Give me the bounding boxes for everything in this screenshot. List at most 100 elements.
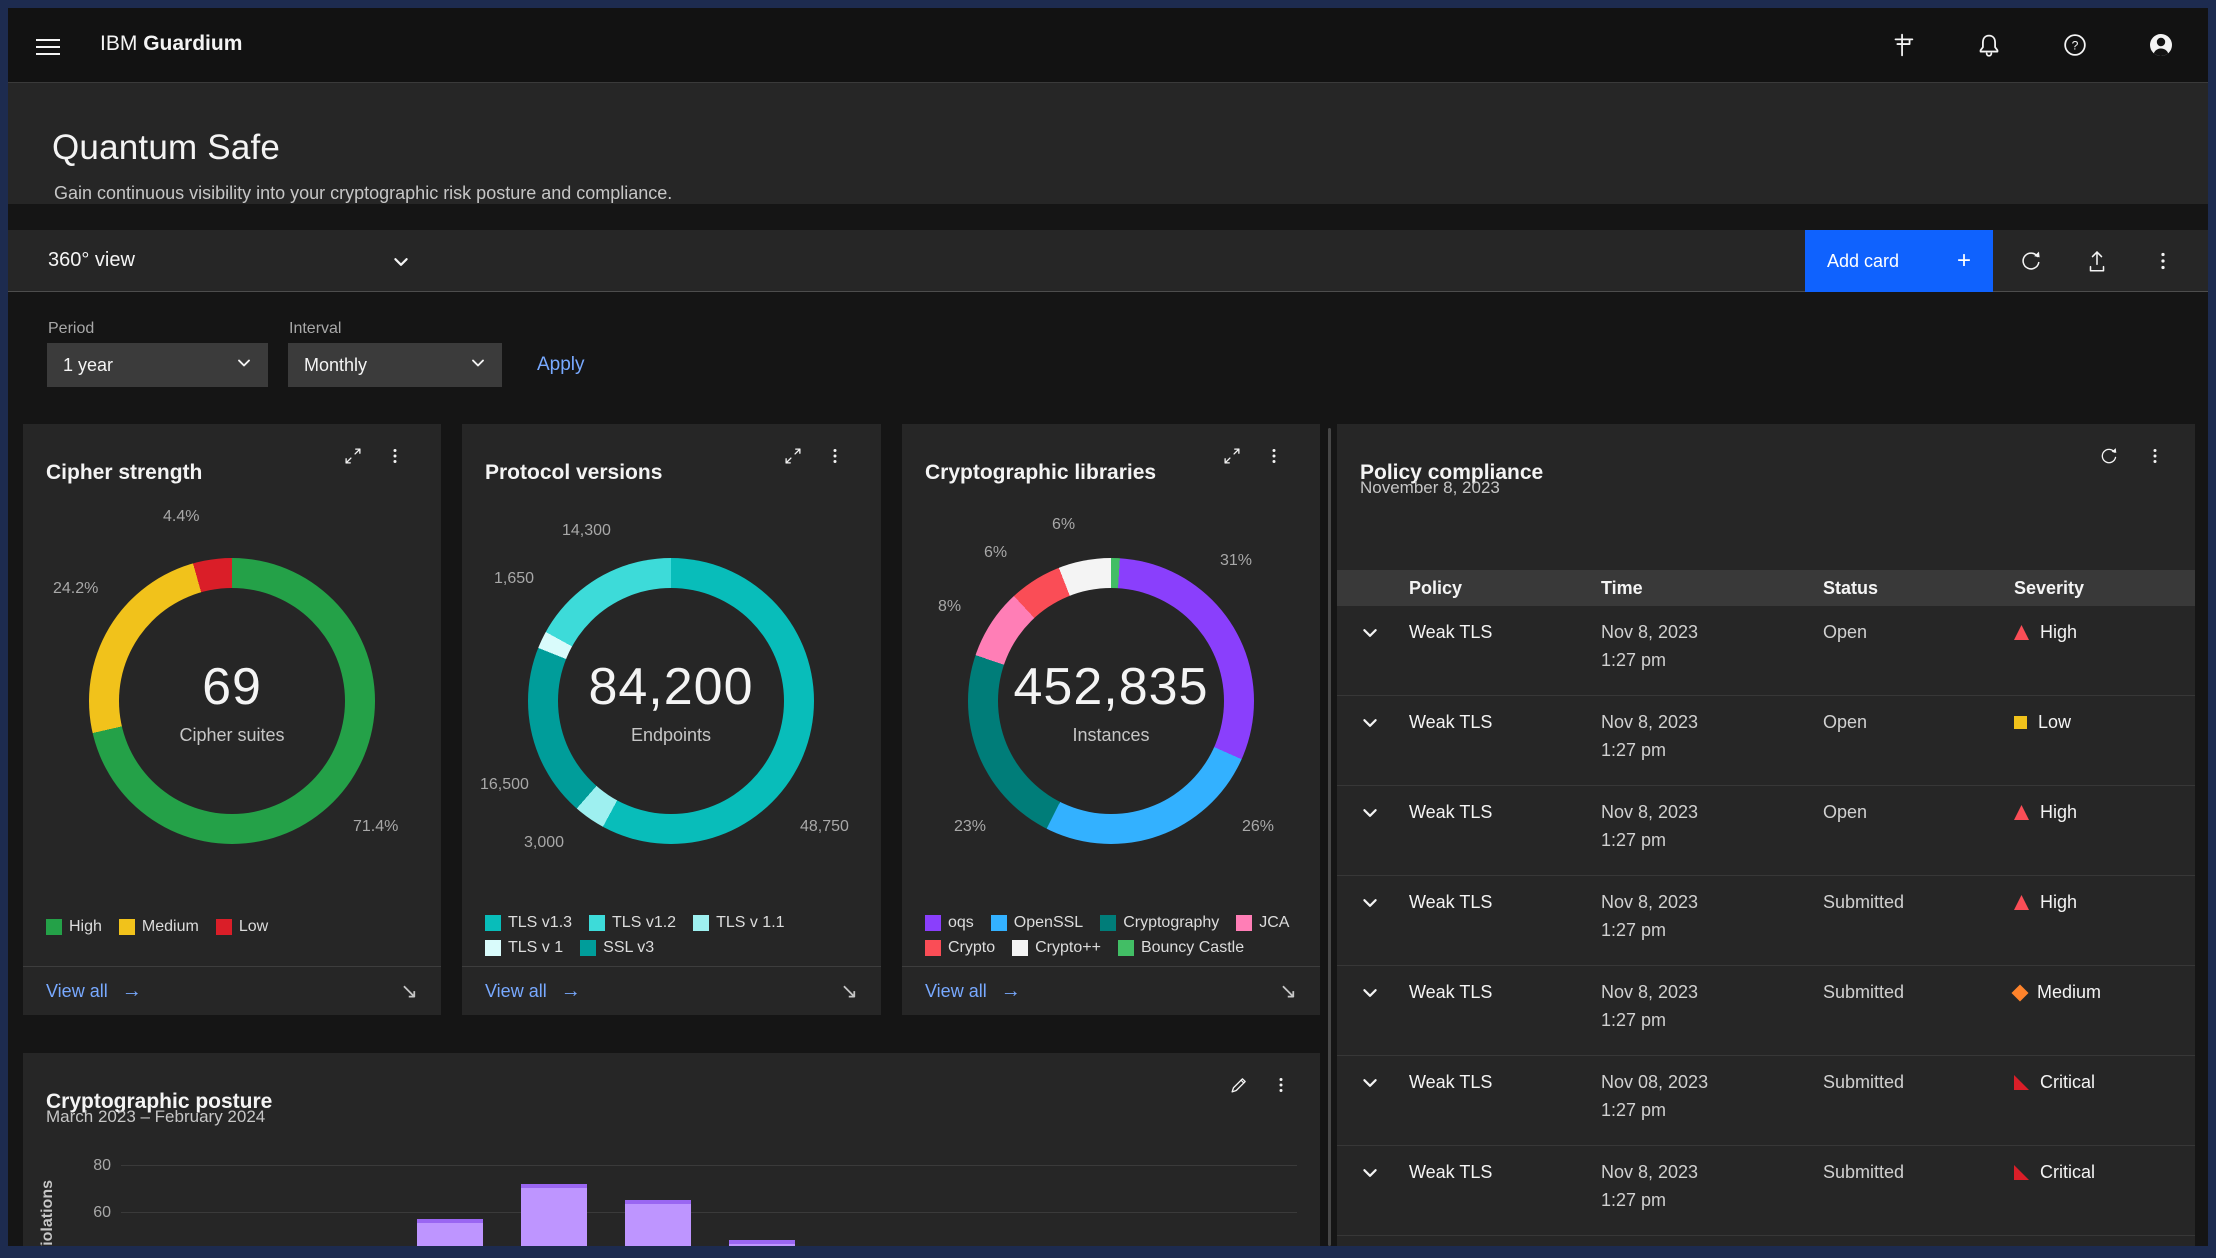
column-header[interactable]: Time [1601, 570, 1643, 606]
view-all-link[interactable]: View all [485, 981, 547, 1002]
overflow-menu-icon[interactable] [1256, 438, 1292, 474]
bar[interactable] [625, 1200, 691, 1246]
legend-item[interactable]: OpenSSL [991, 914, 1083, 932]
help-icon[interactable]: ? [2056, 26, 2094, 64]
resize-handle-icon[interactable]: ↘ [400, 979, 418, 1004]
overflow-menu-icon[interactable] [817, 438, 853, 474]
table-row[interactable]: Weak TLS Nov 8, 2023 1:27 pm Submitted M… [1337, 966, 2195, 1056]
legend-item[interactable]: Low [216, 918, 268, 936]
notifications-bell-icon[interactable] [1970, 26, 2008, 64]
arrow-right-icon[interactable]: → [122, 980, 142, 1003]
table-row[interactable]: Weak TLS Nov 8, 2023 1:27 pm Submitted C… [1337, 1146, 2195, 1236]
edit-pencil-icon[interactable] [1221, 1067, 1257, 1103]
chevron-down-icon[interactable] [1361, 624, 1379, 647]
legend-item[interactable]: Medium [119, 918, 199, 936]
chevron-down-icon[interactable] [1361, 984, 1379, 1007]
cipher-strength-card: Cipher strength 69 Cipher suites 4.4% 24… [23, 424, 441, 1015]
column-header[interactable]: Policy [1409, 570, 1462, 606]
column-header[interactable]: Status [1823, 570, 1878, 606]
resize-handle-icon[interactable]: ↘ [1279, 979, 1297, 1004]
page-title: Quantum Safe [52, 128, 280, 168]
cryptographic-libraries-card: Cryptographic libraries 452,835 Instance… [902, 424, 1320, 1015]
chevron-down-icon[interactable] [1361, 1164, 1379, 1187]
legend-label: Cryptography [1123, 914, 1219, 932]
overflow-menu-icon[interactable] [377, 438, 413, 474]
severity-cell: High [2014, 892, 2077, 913]
severity-icon [2014, 805, 2029, 820]
period-value: 1 year [63, 355, 113, 376]
menu-icon[interactable] [32, 30, 62, 60]
segment-label: 6% [984, 544, 1007, 562]
brand[interactable]: IBM Guardium [100, 32, 242, 56]
overflow-menu-icon[interactable] [2140, 238, 2186, 284]
legend-item[interactable]: Crypto [925, 939, 995, 957]
table-row[interactable]: Weak TLS Nov 8, 2023 1:27 pm Submitted H… [1337, 876, 2195, 966]
y-axis-label: Violations [39, 1180, 57, 1246]
segment-label: 31% [1220, 552, 1252, 570]
legend-item[interactable]: SSL v3 [580, 939, 654, 957]
column-header[interactable]: Severity [2014, 570, 2084, 606]
view-all-link[interactable]: View all [925, 981, 987, 1002]
time-cell-time: 1:27 pm [1601, 920, 1666, 941]
legend-item[interactable]: JCA [1236, 914, 1289, 932]
libraries-donut-chart[interactable]: 452,835 Instances [968, 558, 1254, 844]
table-row[interactable]: Weak TLS Nov 08, 2023 1:27 pm Submitted … [1337, 1056, 2195, 1146]
chevron-down-icon[interactable] [1361, 894, 1379, 917]
overflow-menu-icon[interactable] [1263, 1067, 1299, 1103]
table-row[interactable]: Weak TLS Nov 8, 2023 1:27 pm Open High [1337, 786, 2195, 876]
legend-item[interactable]: Bouncy Castle [1118, 939, 1244, 957]
severity-icon [2014, 1075, 2029, 1090]
apply-button[interactable]: Apply [537, 343, 585, 387]
refresh-icon[interactable] [2008, 238, 2054, 284]
legend-label: TLS v 1.1 [716, 914, 784, 932]
legend-item[interactable]: Crypto++ [1012, 939, 1101, 957]
upload-icon[interactable] [2074, 238, 2120, 284]
table-row[interactable]: Weak TLS Nov 8, 2023 1:27 pm Open High [1337, 606, 2195, 696]
chevron-down-icon [236, 355, 252, 376]
chevron-down-icon[interactable] [1361, 1074, 1379, 1097]
view-all-link[interactable]: View all [46, 981, 108, 1002]
expand-icon[interactable] [1214, 438, 1250, 474]
legend-item[interactable]: TLS v 1.1 [693, 914, 784, 932]
time-cell-time: 1:27 pm [1601, 650, 1666, 671]
table-row[interactable]: Weak TLS Nov 8, 2023 1:27 pm Open Low [1337, 696, 2195, 786]
legend-item[interactable]: TLS v 1 [485, 939, 563, 957]
scrollbar[interactable] [1328, 428, 1331, 1246]
table-body: Weak TLS Nov 8, 2023 1:27 pm Open High W… [1337, 606, 2195, 1236]
brand-ibm: IBM [100, 32, 137, 55]
cipher-donut-chart[interactable]: 69 Cipher suites [89, 558, 375, 844]
card-title: Cryptographic libraries [925, 461, 1156, 485]
add-card-button[interactable]: Add card + [1805, 230, 1993, 292]
status-cell: Submitted [1823, 1072, 1904, 1093]
bar[interactable] [417, 1219, 483, 1246]
chevron-down-icon[interactable] [1361, 714, 1379, 737]
chevron-down-icon[interactable] [1361, 804, 1379, 827]
legend-item[interactable]: Cryptography [1100, 914, 1219, 932]
legend-swatch [580, 940, 596, 956]
time-cell-date: Nov 08, 2023 [1601, 1072, 1708, 1093]
severity-label: Critical [2040, 1072, 2095, 1093]
refresh-icon[interactable] [2091, 438, 2127, 474]
segment-label: 24.2% [53, 580, 98, 598]
cryptographic-posture-card: Cryptographic posture March 2023 – Febru… [23, 1053, 1320, 1246]
arrow-right-icon[interactable]: → [561, 980, 581, 1003]
legend-item[interactable]: TLS v1.2 [589, 914, 676, 932]
overflow-menu-icon[interactable] [2137, 438, 2173, 474]
legend-item[interactable]: TLS v1.3 [485, 914, 572, 932]
signpost-icon[interactable] [1884, 26, 1922, 64]
expand-icon[interactable] [335, 438, 371, 474]
expand-icon[interactable] [775, 438, 811, 474]
legend-item[interactable]: oqs [925, 914, 974, 932]
legend-item[interactable]: High [46, 918, 102, 936]
legend-label: TLS v 1 [508, 939, 563, 957]
segment-label: 1,650 [494, 570, 534, 588]
period-select[interactable]: 1 year [47, 343, 268, 387]
interval-select[interactable]: Monthly [288, 343, 502, 387]
protocol-donut-chart[interactable]: 84,200 Endpoints [528, 558, 814, 844]
arrow-right-icon[interactable]: → [1001, 980, 1021, 1003]
bar[interactable] [521, 1184, 587, 1246]
avatar[interactable] [2142, 26, 2180, 64]
bar[interactable] [729, 1240, 795, 1246]
legend-swatch [991, 915, 1007, 931]
resize-handle-icon[interactable]: ↘ [840, 979, 858, 1004]
